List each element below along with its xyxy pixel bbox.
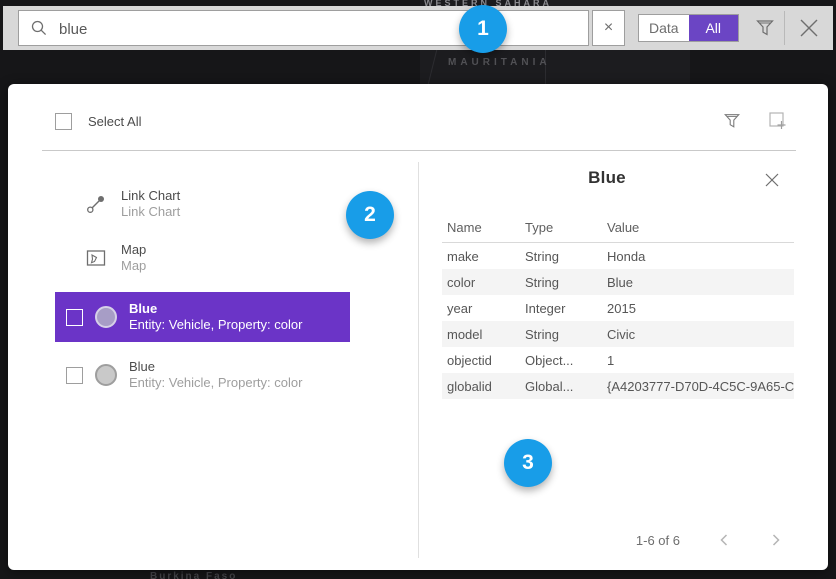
- list-item-text: Link Chart Link Chart: [121, 188, 180, 220]
- detail-close-button[interactable]: [762, 170, 782, 190]
- search-icon: [30, 19, 48, 37]
- cell-type: Global...: [520, 373, 602, 399]
- cell-name: year: [442, 295, 520, 321]
- entity-node-icon: [95, 364, 117, 386]
- table-row: objectid Object... 1: [442, 347, 794, 373]
- search-results-panel: Select All: [8, 84, 828, 570]
- list-item-subtitle: Entity: Vehicle, Property: color: [129, 317, 302, 333]
- header-type: Type: [520, 212, 602, 243]
- cell-type: Object...: [520, 347, 602, 373]
- list-item-title: Blue: [129, 301, 302, 317]
- list-item-title: Link Chart: [121, 188, 180, 204]
- search-toolbar: × Data All: [3, 6, 833, 50]
- cell-value: {A4203777-D70D-4C5C-9A65-C...: [602, 373, 794, 399]
- table-row: model String Civic: [442, 321, 794, 347]
- close-icon: [798, 17, 820, 39]
- list-item-subtitle: Link Chart: [121, 204, 180, 220]
- toggle-data-label: Data: [649, 20, 679, 36]
- select-all-label: Select All: [88, 114, 141, 129]
- list-item-title: Map: [121, 242, 146, 258]
- add-new-icon: [766, 109, 790, 133]
- pagination: 1-6 of 6: [636, 532, 784, 548]
- list-item-subtitle: Map: [121, 258, 146, 274]
- clear-search-button[interactable]: ×: [592, 10, 625, 46]
- toolbar-divider: [784, 11, 785, 45]
- properties-table: Name Type Value make String Honda color …: [442, 212, 794, 399]
- cell-value: Honda: [602, 243, 794, 270]
- cell-type: Integer: [520, 295, 602, 321]
- map-label-mauritania: MAURITANIA: [448, 57, 551, 68]
- scope-toggle: Data All: [638, 14, 739, 42]
- header-value: Value: [602, 212, 794, 243]
- pagination-label: 1-6 of 6: [636, 533, 680, 548]
- next-page-button[interactable]: [768, 532, 784, 548]
- filter-funnel-icon: [755, 18, 775, 38]
- detail-title: Blue: [418, 168, 796, 188]
- cell-value: Blue: [602, 269, 794, 295]
- map-icon: [85, 247, 107, 269]
- table-row: globalid Global... {A4203777-D70D-4C5C-9…: [442, 373, 794, 399]
- toolbar-filter-button[interactable]: [752, 15, 778, 41]
- close-icon: [764, 172, 780, 188]
- select-all-checkbox[interactable]: [55, 113, 72, 130]
- cell-name: make: [442, 243, 520, 270]
- callout-step-1: 1: [459, 5, 507, 53]
- list-item-text: Map Map: [121, 242, 146, 274]
- table-row: make String Honda: [442, 243, 794, 270]
- toolbar-close-button[interactable]: [794, 13, 824, 43]
- panel-filter-button[interactable]: [720, 109, 744, 133]
- list-item-blue[interactable]: Blue Entity: Vehicle, Property: color: [55, 350, 350, 400]
- list-item-map[interactable]: Map Map: [85, 238, 404, 278]
- toggle-data-option[interactable]: Data: [639, 15, 689, 41]
- cell-name: model: [442, 321, 520, 347]
- link-chart-icon: [85, 193, 107, 215]
- detail-pane: Blue Name Type Value m: [418, 160, 796, 570]
- list-item-subtitle: Entity: Vehicle, Property: color: [129, 375, 302, 391]
- clear-search-label: ×: [604, 19, 613, 37]
- callout-step-2: 2: [346, 191, 394, 239]
- cell-value: 1: [602, 347, 794, 373]
- header-name: Name: [442, 212, 520, 243]
- toggle-all-label: All: [705, 20, 721, 36]
- panel-header-divider: [42, 150, 796, 151]
- add-to-new-button[interactable]: [764, 107, 792, 135]
- list-item-title: Blue: [129, 359, 302, 375]
- prev-page-button[interactable]: [716, 532, 732, 548]
- cell-name: globalid: [442, 373, 520, 399]
- chevron-left-icon: [718, 533, 730, 547]
- table-row: year Integer 2015: [442, 295, 794, 321]
- cell-value: Civic: [602, 321, 794, 347]
- cell-value: 2015: [602, 295, 794, 321]
- list-item-text: Blue Entity: Vehicle, Property: color: [129, 359, 302, 391]
- callout-step-3: 3: [504, 439, 552, 487]
- toggle-all-option[interactable]: All: [689, 15, 739, 41]
- cell-type: String: [520, 321, 602, 347]
- app-window: WESTERN SAHARA MAURITANIA Burkina Faso ×…: [0, 0, 836, 579]
- entity-node-icon: [95, 306, 117, 328]
- table-row: color String Blue: [442, 269, 794, 295]
- cell-name: objectid: [442, 347, 520, 373]
- list-item-text: Blue Entity: Vehicle, Property: color: [129, 301, 302, 333]
- item-checkbox[interactable]: [66, 367, 83, 384]
- select-all-row: Select All: [55, 113, 141, 130]
- map-label-bottom: Burkina Faso: [150, 571, 237, 579]
- chevron-right-icon: [770, 533, 782, 547]
- list-item-blue-selected[interactable]: Blue Entity: Vehicle, Property: color: [55, 292, 350, 342]
- cell-name: color: [442, 269, 520, 295]
- item-checkbox[interactable]: [66, 309, 83, 326]
- filter-funnel-icon: [723, 112, 741, 130]
- table-header-row: Name Type Value: [442, 212, 794, 243]
- cell-type: String: [520, 269, 602, 295]
- cell-type: String: [520, 243, 602, 270]
